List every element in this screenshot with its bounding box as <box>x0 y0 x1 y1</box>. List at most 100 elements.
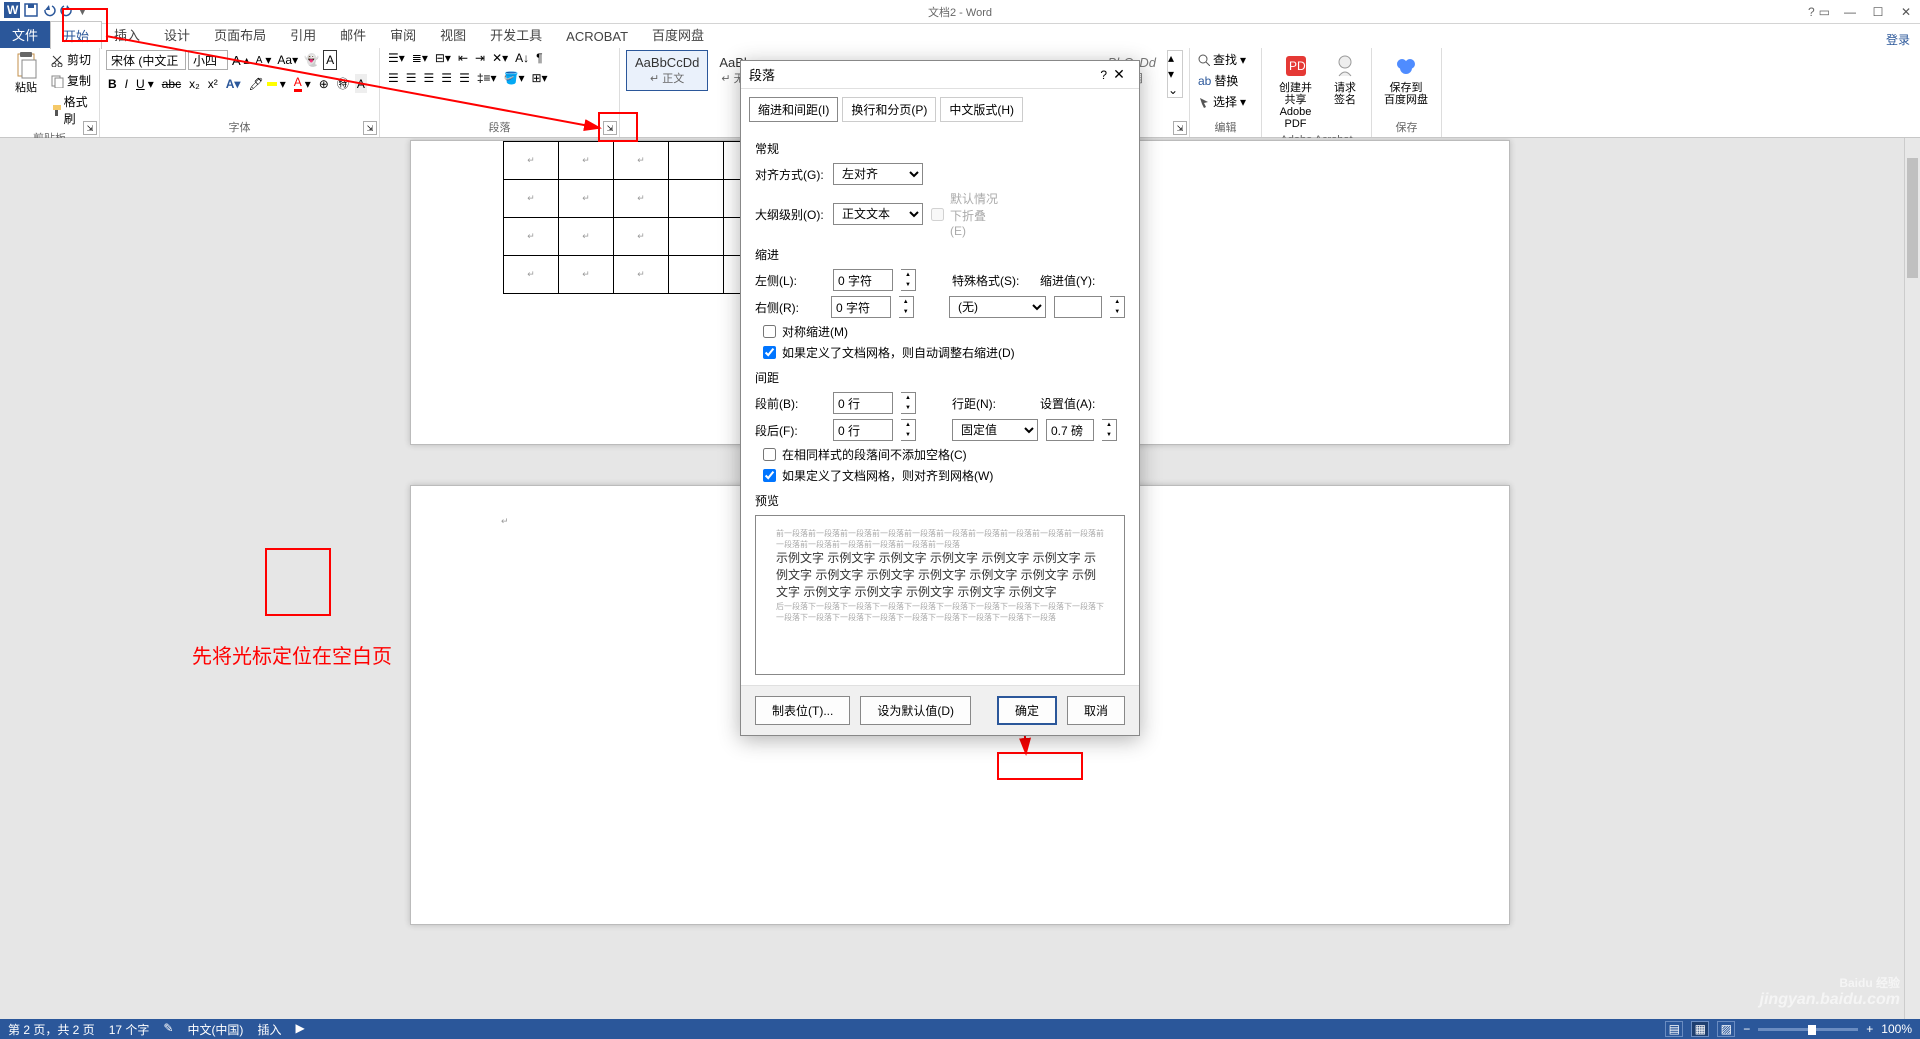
select-button[interactable]: 选择▾ <box>1196 92 1248 111</box>
redo-icon[interactable] <box>60 3 74 20</box>
font-family-combo[interactable]: 宋体 (中文正 <box>106 50 186 70</box>
tab-ref[interactable]: 引用 <box>278 21 328 48</box>
view-read-icon[interactable]: ▤ <box>1665 1021 1683 1037</box>
tabs-button[interactable]: 制表位(T)... <box>755 696 850 725</box>
font-size-combo[interactable]: 小四 <box>188 50 228 70</box>
before-spinner[interactable]: ▲▼ <box>901 392 916 414</box>
close-icon[interactable]: ✕ <box>1892 0 1920 24</box>
status-words[interactable]: 17 个字 <box>109 1021 150 1038</box>
right-indent-input[interactable] <box>831 296 891 318</box>
status-macro-icon[interactable]: ▶ <box>295 1021 304 1038</box>
tab-insert[interactable]: 插入 <box>102 21 152 48</box>
undo-icon[interactable] <box>42 3 56 20</box>
tab-line-page[interactable]: 换行和分页(P) <box>842 97 936 122</box>
save-icon[interactable] <box>24 3 38 20</box>
change-case-icon[interactable]: Aa▾ <box>275 50 300 70</box>
decrease-indent-icon[interactable]: ⇤ <box>456 50 470 66</box>
clipboard-launcher-icon[interactable]: ⇲ <box>83 121 97 135</box>
zoom-in-icon[interactable]: + <box>1866 1022 1873 1036</box>
numbering-icon[interactable]: ≣▾ <box>410 50 430 66</box>
tab-view[interactable]: 视图 <box>428 21 478 48</box>
indent-val-input[interactable] <box>1054 296 1102 318</box>
zoom-slider[interactable] <box>1758 1028 1858 1031</box>
styles-scroll[interactable]: ▴▾⌄ <box>1167 50 1183 98</box>
view-print-icon[interactable]: ▦ <box>1691 1021 1709 1037</box>
left-spinner[interactable]: ▲▼ <box>901 269 916 291</box>
char-border-icon[interactable]: A <box>323 50 337 70</box>
no-space-checkbox[interactable] <box>763 448 776 461</box>
line-spacing-select[interactable]: 固定值 <box>952 419 1038 441</box>
styles-launcher-icon[interactable]: ⇲ <box>1173 121 1187 135</box>
bold-icon[interactable]: B <box>106 74 119 93</box>
phonetic-icon[interactable]: 👻 <box>302 50 321 70</box>
status-lang[interactable]: 中文(中国) <box>187 1021 243 1038</box>
vertical-scrollbar[interactable] <box>1904 138 1920 1019</box>
char-shading-icon[interactable]: ⊕ <box>317 74 331 93</box>
ribbon-toggle-icon[interactable]: ▭ <box>1819 5 1830 19</box>
paste-button[interactable]: 粘贴 <box>6 50 46 96</box>
snap-grid-checkbox[interactable] <box>763 469 776 482</box>
before-input[interactable] <box>833 392 893 414</box>
tab-dev[interactable]: 开发工具 <box>478 21 554 48</box>
indent-val-spinner[interactable]: ▲▼ <box>1110 296 1125 318</box>
align-left-icon[interactable]: ☰ <box>386 70 401 86</box>
special-select[interactable]: (无) <box>949 296 1046 318</box>
tab-baidu[interactable]: 百度网盘 <box>640 21 716 48</box>
show-marks-icon[interactable]: ¶ <box>534 50 544 66</box>
default-button[interactable]: 设为默认值(D) <box>860 696 971 725</box>
enclose-icon[interactable]: ㊕ <box>335 74 351 93</box>
help-icon[interactable]: ? <box>1808 5 1815 19</box>
status-proofing-icon[interactable]: ✎ <box>163 1021 173 1038</box>
borders-icon[interactable]: ⊞▾ <box>530 70 550 86</box>
shrink-font-icon[interactable]: A▾ <box>254 50 274 70</box>
text-effects-icon[interactable]: A▾ <box>224 74 243 93</box>
style-normal[interactable]: AaBbCcDd ↵ 正文 <box>626 50 708 91</box>
grow-font-icon[interactable]: A▴ <box>230 50 252 70</box>
tab-layout[interactable]: 页面布局 <box>202 21 278 48</box>
maximize-icon[interactable]: ☐ <box>1864 0 1892 24</box>
font-launcher-icon[interactable]: ⇲ <box>363 121 377 135</box>
cancel-button[interactable]: 取消 <box>1067 696 1125 725</box>
request-sign-button[interactable]: 请求 签名 <box>1325 50 1365 108</box>
dialog-close-icon[interactable]: ✕ <box>1107 66 1131 83</box>
tab-review[interactable]: 审阅 <box>378 21 428 48</box>
justify-icon[interactable]: ☰ <box>439 70 454 86</box>
bullets-icon[interactable]: ☰▾ <box>386 50 407 66</box>
right-spinner[interactable]: ▲▼ <box>899 296 914 318</box>
font-color-icon[interactable]: A▾ <box>292 74 313 93</box>
dialog-help-icon[interactable]: ? <box>1100 68 1107 82</box>
left-indent-input[interactable] <box>833 269 893 291</box>
zoom-level[interactable]: 100% <box>1881 1022 1912 1036</box>
multilevel-icon[interactable]: ⊟▾ <box>433 50 453 66</box>
create-pdf-button[interactable]: PDF创建并共享 Adobe PDF <box>1268 50 1323 132</box>
replace-button[interactable]: ab替换 <box>1196 71 1248 90</box>
tab-mail[interactable]: 邮件 <box>328 21 378 48</box>
at-input[interactable] <box>1046 419 1094 441</box>
cut-button[interactable]: 剪切 <box>48 50 93 69</box>
auto-indent-checkbox[interactable] <box>763 346 776 359</box>
sort-icon[interactable]: A↓ <box>513 50 531 66</box>
status-mode[interactable]: 插入 <box>257 1021 281 1038</box>
increase-indent-icon[interactable]: ⇥ <box>473 50 487 66</box>
tab-file[interactable]: 文件 <box>0 21 50 48</box>
highlight-icon[interactable]: 🖊▾ <box>246 74 287 93</box>
paragraph-launcher-icon[interactable]: ⇲ <box>603 121 617 135</box>
distributed-icon[interactable]: ☰ <box>457 70 472 86</box>
text-direction-icon[interactable]: ✕▾ <box>490 50 510 66</box>
align-center-icon[interactable]: ☰ <box>404 70 419 86</box>
zoom-out-icon[interactable]: − <box>1743 1022 1750 1036</box>
mirror-checkbox[interactable] <box>763 325 776 338</box>
tab-home[interactable]: 开始 <box>50 21 102 49</box>
outline-select[interactable]: 正文文本 <box>833 203 923 225</box>
tab-chinese[interactable]: 中文版式(H) <box>940 97 1023 122</box>
line-spacing-icon[interactable]: ‡≡▾ <box>475 70 499 86</box>
after-input[interactable] <box>833 419 893 441</box>
save-baidu-button[interactable]: 保存到 百度网盘 <box>1378 50 1434 108</box>
strike-icon[interactable]: abc <box>160 74 183 93</box>
ok-button[interactable]: 确定 <box>997 696 1057 725</box>
italic-icon[interactable]: I <box>123 74 130 93</box>
tab-design[interactable]: 设计 <box>152 21 202 48</box>
subscript-icon[interactable]: x₂ <box>187 74 202 93</box>
shading-para-icon[interactable]: 🪣▾ <box>502 70 527 86</box>
at-spinner[interactable]: ▲▼ <box>1102 419 1117 441</box>
